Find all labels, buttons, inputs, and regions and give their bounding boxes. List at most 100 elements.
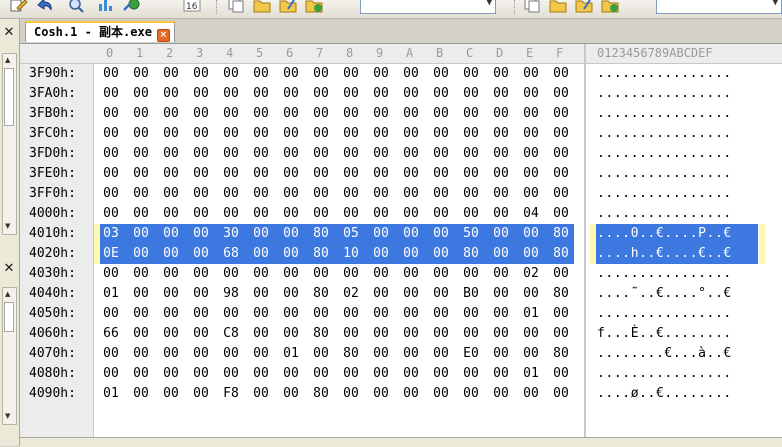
hex-byte[interactable]: 00 <box>460 326 482 341</box>
hex-byte[interactable]: 00 <box>550 386 572 401</box>
hex-byte[interactable]: 00 <box>430 266 452 281</box>
hex-byte[interactable]: 00 <box>430 306 452 321</box>
hex-byte[interactable]: 00 <box>130 386 152 401</box>
hex-byte[interactable]: 00 <box>130 186 152 201</box>
hex-byte[interactable]: 00 <box>430 246 452 261</box>
hex-byte[interactable]: 00 <box>190 206 212 221</box>
hex-byte[interactable]: 00 <box>100 66 122 81</box>
hex-byte[interactable]: 00 <box>100 166 122 181</box>
hex-byte[interactable]: 00 <box>190 326 212 341</box>
hex-byte[interactable]: 00 <box>550 126 572 141</box>
hex-byte[interactable]: 00 <box>490 346 512 361</box>
hex-byte[interactable]: 00 <box>190 246 212 261</box>
hex-byte[interactable]: 50 <box>460 226 482 241</box>
hex-byte[interactable]: 00 <box>400 66 422 81</box>
hex-byte[interactable]: 00 <box>430 66 452 81</box>
hex-byte[interactable]: 00 <box>280 226 302 241</box>
hex-byte[interactable]: 00 <box>340 126 362 141</box>
hex-byte[interactable]: 01 <box>100 286 122 301</box>
hex-byte[interactable]: 00 <box>520 146 542 161</box>
hex-byte[interactable]: 80 <box>340 346 362 361</box>
hex-byte[interactable]: 00 <box>520 86 542 101</box>
hex-byte[interactable]: 00 <box>100 306 122 321</box>
hex-byte[interactable]: 00 <box>490 386 512 401</box>
hex-byte[interactable]: 00 <box>430 186 452 201</box>
hex-row[interactable]: 3FB0h: 00 00 00 00 00 00 00 00 00 00 00 00 00 00 00 00..… <box>20 104 782 124</box>
hex-byte[interactable]: 00 <box>370 206 392 221</box>
find-icon[interactable] <box>66 0 86 14</box>
hex-byte[interactable]: 00 <box>160 146 182 161</box>
hex-byte[interactable]: 00 <box>250 146 272 161</box>
hex-byte[interactable]: 00 <box>370 166 392 181</box>
hex-byte[interactable]: 00 <box>130 106 152 121</box>
hex-byte[interactable]: 00 <box>160 246 182 261</box>
hex-byte[interactable]: 00 <box>310 206 332 221</box>
hex-byte[interactable]: 00 <box>280 306 302 321</box>
hex-byte[interactable]: 01 <box>520 306 542 321</box>
hex-byte[interactable]: 00 <box>520 186 542 201</box>
hex-byte[interactable]: 00 <box>160 126 182 141</box>
hex-byte[interactable]: 00 <box>310 306 332 321</box>
hex-byte[interactable]: 00 <box>130 246 152 261</box>
hex-byte[interactable]: 00 <box>100 206 122 221</box>
hex-byte[interactable]: 00 <box>190 186 212 201</box>
hex-byte[interactable]: 00 <box>400 186 422 201</box>
hex-byte[interactable]: 00 <box>250 266 272 281</box>
hex-byte[interactable]: 00 <box>430 106 452 121</box>
hex-row[interactable]: 3FD0h: 00 00 00 00 00 00 00 00 00 00 00 00 00 00 00 00..… <box>20 144 782 164</box>
hex-byte[interactable]: 00 <box>160 386 182 401</box>
hex-byte[interactable]: 00 <box>190 286 212 301</box>
ascii-text[interactable]: ....0..€....P..€ <box>597 226 732 241</box>
hex-byte[interactable]: 00 <box>160 266 182 281</box>
hex-byte[interactable]: 00 <box>460 146 482 161</box>
hex-byte[interactable]: 00 <box>340 386 362 401</box>
hex-byte[interactable]: 00 <box>190 306 212 321</box>
hex-byte[interactable]: 00 <box>130 346 152 361</box>
hex-byte[interactable]: 00 <box>550 366 572 381</box>
ascii-text[interactable]: ................ <box>597 146 732 161</box>
hex-byte[interactable]: 00 <box>460 66 482 81</box>
hex-byte[interactable]: 00 <box>400 246 422 261</box>
hex-byte[interactable]: 00 <box>460 186 482 201</box>
hex-row[interactable]: 4020h: 0E 00 00 00 68 00 00 80 10 00 00 00 80 00 00 80..… <box>20 244 782 264</box>
hex-byte[interactable]: 00 <box>490 86 512 101</box>
hex-byte[interactable]: 00 <box>190 346 212 361</box>
hex-byte[interactable]: 00 <box>340 86 362 101</box>
hex-byte[interactable]: 80 <box>460 246 482 261</box>
hex-byte[interactable]: E0 <box>460 346 482 361</box>
hex-byte[interactable]: 00 <box>220 126 242 141</box>
hex-byte[interactable]: 00 <box>190 126 212 141</box>
hex-byte[interactable]: B0 <box>460 286 482 301</box>
hex-byte[interactable]: 01 <box>100 386 122 401</box>
hex-byte[interactable]: 00 <box>520 166 542 181</box>
hex-byte[interactable]: 00 <box>400 206 422 221</box>
hex-byte[interactable]: 00 <box>160 326 182 341</box>
ascii-text[interactable]: ................ <box>597 306 732 321</box>
ascii-text[interactable]: ....h..€....€..€ <box>597 246 732 261</box>
chart-icon[interactable] <box>96 0 116 14</box>
hex-byte[interactable]: C8 <box>220 326 242 341</box>
hex-byte[interactable]: 00 <box>160 166 182 181</box>
hex-byte[interactable]: 00 <box>250 346 272 361</box>
hex-byte[interactable]: 00 <box>460 166 482 181</box>
hex-byte[interactable]: 00 <box>280 366 302 381</box>
hex-byte[interactable]: 00 <box>100 186 122 201</box>
folder-edit-icon[interactable] <box>278 0 298 14</box>
hex-byte[interactable]: 00 <box>220 206 242 221</box>
hex-byte[interactable]: 00 <box>340 186 362 201</box>
hex-byte[interactable]: 00 <box>220 306 242 321</box>
scroll-down-icon[interactable]: ▼ <box>5 222 10 230</box>
hex-byte[interactable]: 00 <box>490 366 512 381</box>
ascii-text[interactable]: ....˜..€....°..€ <box>597 286 732 301</box>
hex-row[interactable]: 4080h: 00 00 00 00 00 00 00 00 00 00 00 00 00 00 01 00..… <box>20 364 782 384</box>
hex-byte[interactable]: 00 <box>520 326 542 341</box>
hex-byte[interactable]: 00 <box>190 146 212 161</box>
ascii-text[interactable]: ................ <box>597 86 732 101</box>
hex-byte[interactable]: 00 <box>340 166 362 181</box>
hex-byte[interactable]: 00 <box>430 166 452 181</box>
hex-byte[interactable]: 00 <box>190 266 212 281</box>
hex-byte[interactable]: 00 <box>370 366 392 381</box>
hex-byte[interactable]: 00 <box>280 266 302 281</box>
hex-byte[interactable]: 00 <box>400 86 422 101</box>
hex-byte[interactable]: 00 <box>280 386 302 401</box>
